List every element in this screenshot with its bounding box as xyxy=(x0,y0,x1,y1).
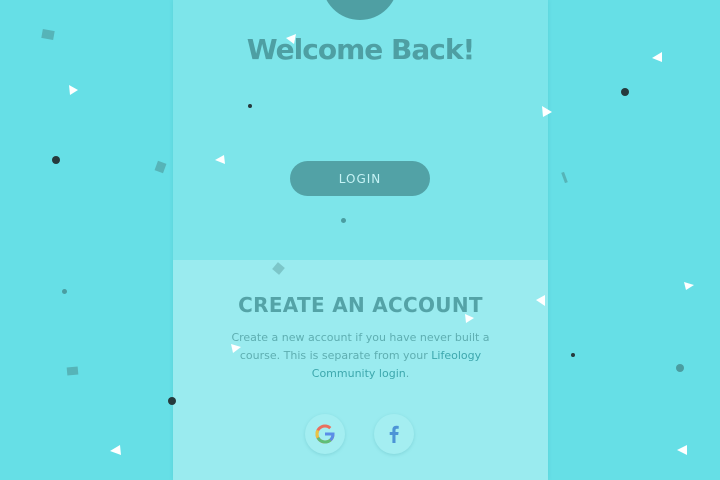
facebook-icon xyxy=(389,425,399,443)
globe-icon xyxy=(340,0,380,2)
google-login-button[interactable] xyxy=(305,414,345,454)
welcome-title: Welcome Back! xyxy=(246,33,475,66)
confetti-square xyxy=(41,29,55,40)
facebook-login-button[interactable] xyxy=(374,414,414,454)
description-end: . xyxy=(405,367,410,380)
login-panel: Welcome Back! LOGIN CREATE AN ACCOUNT Cr… xyxy=(173,0,548,480)
login-button[interactable]: LOGIN xyxy=(290,161,430,196)
create-account-description: Create a new account if you have never b… xyxy=(225,329,496,383)
logo xyxy=(322,0,398,20)
confetti-square xyxy=(561,171,568,184)
confetti-dot xyxy=(676,364,684,372)
confetti-square xyxy=(66,366,79,376)
confetti-dot xyxy=(52,156,60,164)
google-icon xyxy=(315,424,335,444)
confetti-dot xyxy=(571,353,575,357)
create-account-title: CREATE AN ACCOUNT xyxy=(238,293,483,317)
confetti-square xyxy=(154,160,167,174)
confetti-dot xyxy=(621,88,629,96)
confetti-dot xyxy=(62,289,67,294)
